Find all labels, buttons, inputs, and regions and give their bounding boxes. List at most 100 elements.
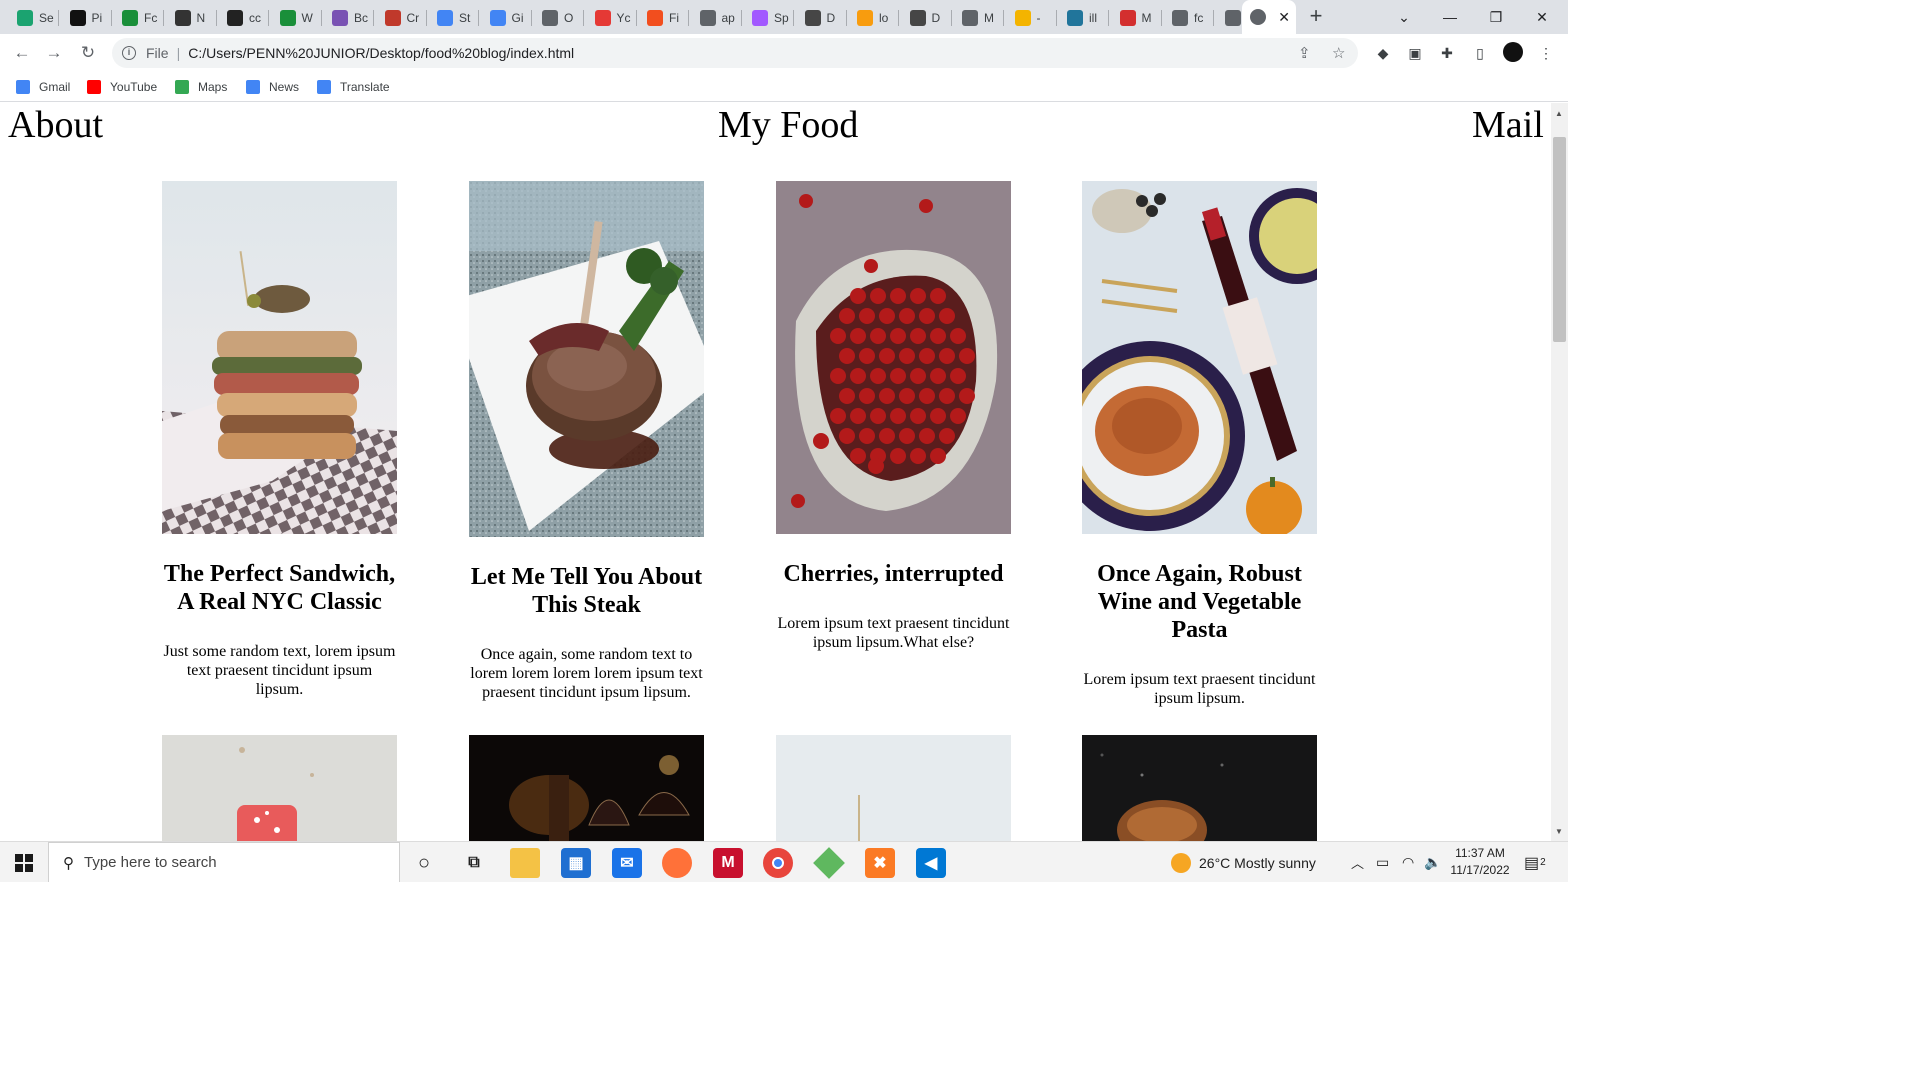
browser-tab[interactable]: fc bbox=[1164, 4, 1214, 32]
scroll-down-arrow-icon[interactable]: ▼ bbox=[1555, 827, 1563, 836]
active-browser-tab[interactable]: ✕ bbox=[1242, 0, 1296, 34]
browser-tab[interactable]: N bbox=[167, 4, 217, 32]
browser-tab[interactable]: Yc bbox=[587, 4, 637, 32]
browser-tab[interactable]: St bbox=[429, 4, 479, 32]
volume-icon[interactable]: 🔈 bbox=[1424, 842, 1441, 882]
browser-tab[interactable]: Cr bbox=[377, 4, 427, 32]
bookmark-label: Translate bbox=[340, 80, 390, 94]
pocket-icon[interactable]: ▣ bbox=[1406, 44, 1424, 62]
mcafee-icon[interactable]: M bbox=[713, 848, 743, 878]
notification-center-icon[interactable]: ▤ 2 bbox=[1524, 842, 1546, 882]
close-window-button[interactable]: ✕ bbox=[1519, 0, 1565, 34]
browser-tab[interactable]: cc bbox=[219, 4, 269, 32]
bookmark-news[interactable]: News bbox=[246, 78, 299, 96]
back-button[interactable]: ← bbox=[9, 40, 35, 66]
reload-button[interactable]: ↻ bbox=[75, 40, 101, 66]
wordpress-icon bbox=[1067, 10, 1083, 26]
profile-avatar[interactable] bbox=[1503, 42, 1523, 62]
share-icon[interactable]: ⇪ bbox=[1298, 44, 1311, 62]
translate-icon bbox=[317, 80, 331, 94]
browser-tab[interactable]: W bbox=[272, 4, 322, 32]
cortana-icon[interactable]: ○ bbox=[409, 848, 439, 878]
weather-widget[interactable]: 26°C Mostly sunny bbox=[1171, 842, 1316, 882]
browser-tab[interactable]: Fc bbox=[114, 4, 164, 32]
page-scrollbar[interactable]: ▲ ▼ bbox=[1551, 103, 1568, 841]
bookmark-maps[interactable]: Maps bbox=[175, 78, 227, 96]
bookmark-star-icon[interactable]: ☆ bbox=[1332, 44, 1345, 62]
browser-tab[interactable]: Se bbox=[9, 4, 59, 32]
tab-label: Bc bbox=[354, 11, 369, 25]
bread-photo[interactable] bbox=[1082, 735, 1317, 841]
browser-tab[interactable]: M bbox=[1112, 4, 1162, 32]
browser-tab[interactable]: D bbox=[797, 4, 847, 32]
extension-mask-icon[interactable]: ◆ bbox=[1374, 44, 1392, 62]
bookmark-gmail[interactable]: Gmail bbox=[16, 78, 70, 96]
file-explorer-icon[interactable] bbox=[510, 848, 540, 878]
wifi-icon[interactable]: ◠ bbox=[1402, 842, 1414, 882]
marshmallow-photo[interactable] bbox=[162, 735, 397, 841]
browser-tab[interactable]: Sp bbox=[744, 4, 794, 32]
restore-button[interactable]: ❐ bbox=[1473, 0, 1519, 34]
scrollbar-thumb[interactable] bbox=[1553, 137, 1566, 342]
battery-icon[interactable]: ▭ bbox=[1376, 842, 1389, 882]
browser-tab[interactable]: ap bbox=[692, 4, 742, 32]
post-title[interactable]: Cherries, interrupted bbox=[776, 560, 1011, 588]
post-title[interactable]: Once Again, Robust Wine and Vegetable Pa… bbox=[1082, 560, 1317, 644]
cherries-photo[interactable] bbox=[776, 181, 1011, 534]
nav-mail-link[interactable]: Mail bbox=[1472, 105, 1544, 145]
nav-home-title[interactable]: My Food bbox=[718, 105, 858, 145]
forward-button[interactable]: → bbox=[41, 40, 67, 66]
post-card[interactable]: Let Me Tell You About This Steak Once ag… bbox=[469, 181, 704, 702]
taskbar-search[interactable]: ⚲ Type here to search bbox=[48, 842, 400, 882]
url-text[interactable]: C:/Users/PENN%20JUNIOR/Desktop/food%20bl… bbox=[188, 45, 574, 61]
vscode-icon[interactable]: ◀ bbox=[916, 848, 946, 878]
minimize-button[interactable]: — bbox=[1427, 0, 1473, 34]
browser-tab[interactable]: ill bbox=[1059, 4, 1109, 32]
bookmark-translate[interactable]: Translate bbox=[317, 78, 390, 96]
post-card[interactable]: Cherries, interrupted Lorem ipsum text p… bbox=[776, 181, 1011, 652]
globe-icon bbox=[962, 10, 978, 26]
start-button[interactable] bbox=[0, 842, 48, 882]
chrome-icon[interactable] bbox=[763, 848, 793, 878]
browser-tab[interactable]: M bbox=[954, 4, 1004, 32]
post-card[interactable]: Once Again, Robust Wine and Vegetable Pa… bbox=[1082, 181, 1317, 708]
tab-separator bbox=[1108, 10, 1109, 26]
sandwich-photo[interactable] bbox=[162, 181, 397, 534]
tab-separator bbox=[58, 10, 59, 26]
browser-tab[interactable]: Gi bbox=[482, 4, 532, 32]
scroll-up-arrow-icon[interactable]: ▲ bbox=[1555, 109, 1563, 118]
close-tab-icon[interactable]: ✕ bbox=[1278, 9, 1290, 26]
post-card[interactable]: The Perfect Sandwich, A Real NYC Classic… bbox=[162, 181, 397, 699]
info-icon[interactable]: i bbox=[122, 46, 136, 60]
tab-search-button[interactable]: ⌄ bbox=[1381, 0, 1427, 34]
browser-tab[interactable]: lo bbox=[849, 4, 899, 32]
task-view-icon[interactable]: ⧉ bbox=[459, 848, 489, 878]
sandwich-photo-repeat[interactable] bbox=[776, 735, 1011, 841]
browser-tab[interactable]: - bbox=[1007, 4, 1057, 32]
address-bar[interactable]: i File | C:/Users/PENN%20JUNIOR/Desktop/… bbox=[112, 38, 1358, 68]
git-kraken-icon[interactable] bbox=[813, 847, 845, 879]
firefox-icon[interactable] bbox=[662, 848, 692, 878]
steak-photo[interactable] bbox=[469, 181, 704, 537]
wine-glasses-photo[interactable] bbox=[469, 735, 704, 841]
extensions-icon[interactable]: ✚ bbox=[1438, 44, 1456, 62]
new-tab-button[interactable]: + bbox=[1304, 5, 1328, 29]
ms-store-icon[interactable]: ▦ bbox=[561, 848, 591, 878]
nav-about-link[interactable]: About bbox=[8, 105, 103, 145]
browser-tab[interactable]: D bbox=[902, 4, 952, 32]
mail-icon[interactable]: ✉ bbox=[612, 848, 642, 878]
browser-tab[interactable]: O bbox=[534, 4, 584, 32]
browser-tab[interactable]: Pi bbox=[62, 4, 112, 32]
wine-pasta-photo[interactable] bbox=[1082, 181, 1317, 534]
browser-tab[interactable]: Fi bbox=[639, 4, 689, 32]
xampp-icon[interactable]: ✖ bbox=[865, 848, 895, 878]
show-hidden-icons-icon[interactable]: ︿ bbox=[1351, 842, 1364, 882]
tab-separator bbox=[898, 10, 899, 26]
bookmark-youtube[interactable]: YouTube bbox=[87, 78, 157, 96]
side-panel-icon[interactable]: ▯ bbox=[1471, 44, 1489, 62]
menu-kebab-icon[interactable]: ⋮ bbox=[1537, 44, 1555, 62]
browser-tab[interactable]: Bc bbox=[324, 4, 374, 32]
post-title[interactable]: The Perfect Sandwich, A Real NYC Classic bbox=[162, 560, 397, 616]
post-title[interactable]: Let Me Tell You About This Steak bbox=[469, 563, 704, 619]
taskbar-clock[interactable]: 11:37 AM 11/17/2022 bbox=[1442, 845, 1518, 879]
